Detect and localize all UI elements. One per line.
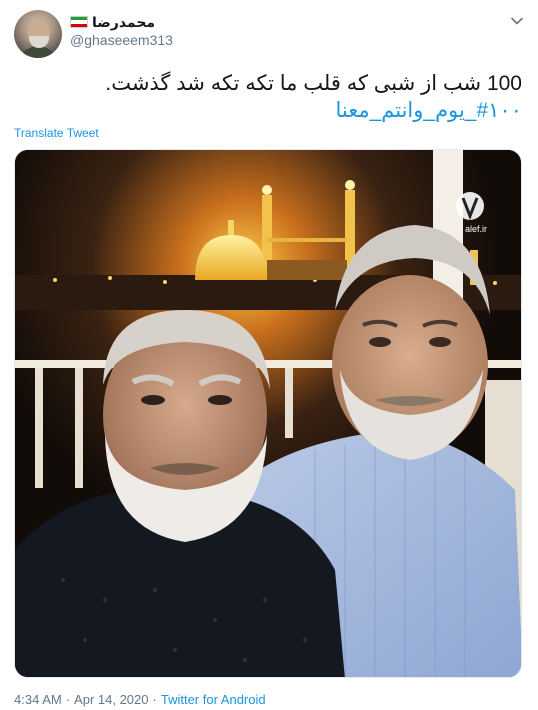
watermark-text: alef.ir	[465, 224, 487, 234]
tweet-date[interactable]: Apr 14, 2020	[74, 692, 148, 707]
meta-separator: ·	[152, 692, 157, 707]
tweet-source-link[interactable]: Twitter for Android	[161, 692, 266, 707]
avatar[interactable]	[14, 10, 62, 58]
tweet-text: 100 شب از شبی که قلب ما تکه تکه شد گذشت.	[105, 72, 522, 95]
chevron-down-icon[interactable]	[508, 12, 526, 30]
display-name[interactable]: محمدرضا	[92, 14, 155, 31]
alef-watermark-logo	[456, 192, 484, 221]
tweet-time[interactable]: 4:34 AM	[14, 692, 62, 707]
tweet-card: محمدرضا @ghaseeem313 100 شب از شبی که قل…	[0, 0, 538, 710]
iran-flag-icon	[70, 16, 88, 28]
author-name-row[interactable]: محمدرضا	[70, 12, 155, 32]
user-handle[interactable]: @ghaseeem313	[70, 32, 173, 48]
tweet-photo[interactable]: alef.ir	[14, 149, 522, 678]
meta-separator: ·	[65, 692, 71, 707]
translate-tweet-link[interactable]: Translate Tweet	[14, 126, 99, 140]
tweet-meta: 4:34 AM · Apr 14, 2020 · Twitter for And…	[14, 692, 266, 707]
hashtag-link[interactable]: #۱۰۰_یوم_وانتم_معنا	[42, 98, 522, 124]
